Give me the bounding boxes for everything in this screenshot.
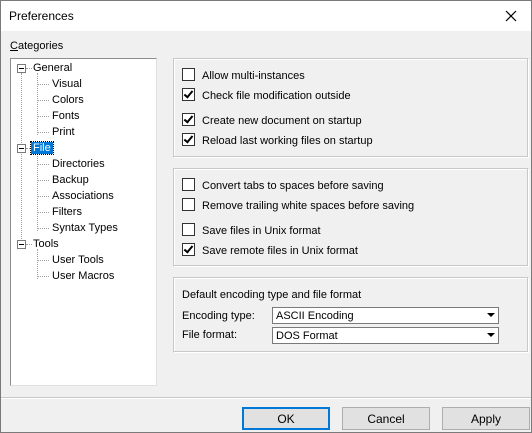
checkbox-box <box>182 223 195 236</box>
collapse-general-icon[interactable] <box>17 64 26 73</box>
tree-item-label: Associations <box>52 190 114 202</box>
checkbox-box <box>182 243 195 256</box>
tree-item-label: Fonts <box>52 110 80 122</box>
preferences-dialog: Preferences Categories General Visual Co… <box>0 0 532 433</box>
tree-connector <box>38 228 49 229</box>
checkbox-box <box>182 178 195 191</box>
dropdown-arrow-icon[interactable] <box>483 328 498 343</box>
tree-connector <box>37 73 38 135</box>
checkbox-label: Reload last working files on startup <box>202 135 373 147</box>
tree-connector <box>38 164 49 165</box>
checkbox-box <box>182 68 195 81</box>
tree-item-print[interactable]: Print <box>52 124 75 140</box>
encoding-type-value: ASCII Encoding <box>276 310 354 322</box>
allow-multi-instances-checkbox[interactable]: Allow multi-instances <box>182 68 305 82</box>
tree-item-label: File <box>30 141 54 155</box>
close-icon <box>505 10 517 22</box>
reload-last-files-checkbox[interactable]: Reload last working files on startup <box>182 133 373 147</box>
convert-tabs-checkbox[interactable]: Convert tabs to spaces before saving <box>182 178 384 192</box>
tree-item-user-macros[interactable]: User Macros <box>52 268 114 284</box>
checkbox-box <box>182 133 195 146</box>
tree-connector <box>37 249 38 279</box>
remove-trailing-spaces-checkbox[interactable]: Remove trailing white spaces before savi… <box>182 198 414 212</box>
cancel-button[interactable]: Cancel <box>342 407 430 430</box>
tree-connector <box>38 100 49 101</box>
apply-button[interactable]: Apply <box>442 407 530 430</box>
tree-connector <box>38 260 49 261</box>
tree-item-backup[interactable]: Backup <box>52 172 89 188</box>
tree-item-label: User Macros <box>52 270 115 282</box>
tree-item-label: Visual <box>52 78 82 90</box>
tree-item-label: Syntax Types <box>52 222 118 234</box>
encoding-type-label: Encoding type: <box>182 310 255 322</box>
checkbox-label: Save files in Unix format <box>202 225 321 237</box>
tree-item-label: Filters <box>52 206 82 218</box>
collapse-tools-icon[interactable] <box>17 240 26 249</box>
checkbox-box <box>182 88 195 101</box>
categories-tree[interactable]: General Visual Colors Fonts Print File D… <box>10 58 157 386</box>
create-new-document-checkbox[interactable]: Create new document on startup <box>182 113 362 127</box>
tree-item-label: Backup <box>52 174 89 186</box>
encoding-heading: Default encoding type and file format <box>182 289 362 301</box>
file-format-value: DOS Format <box>276 330 338 342</box>
checkbox-label: Save remote files in Unix format <box>202 245 358 257</box>
checkbox-label: Check file modification outside <box>202 90 351 102</box>
save-remote-unix-format-checkbox[interactable]: Save remote files in Unix format <box>182 243 358 257</box>
tree-item-directories[interactable]: Directories <box>52 156 105 172</box>
tree-connector <box>21 73 22 249</box>
tree-item-colors[interactable]: Colors <box>52 92 84 108</box>
checkbox-label: Remove trailing white spaces before savi… <box>202 200 415 212</box>
tree-item-label: User Tools <box>52 254 104 266</box>
tree-item-label: General <box>33 62 73 74</box>
checkbox-label: Convert tabs to spaces before saving <box>202 180 384 192</box>
tree-item-label: Colors <box>52 94 84 106</box>
tree-connector <box>26 68 32 69</box>
tree-item-file[interactable]: File <box>30 140 54 156</box>
tree-item-visual[interactable]: Visual <box>52 76 82 92</box>
file-format-select[interactable]: DOS Format <box>272 327 499 344</box>
file-format-label: File format: <box>182 329 238 341</box>
tree-item-associations[interactable]: Associations <box>52 188 114 204</box>
ok-button[interactable]: OK <box>242 407 330 430</box>
tree-connector <box>38 196 49 197</box>
tree-connector <box>38 84 49 85</box>
button-separator <box>1 397 531 399</box>
window-title: Preferences <box>9 9 74 23</box>
checkbox-box <box>182 113 195 126</box>
checkbox-label: Allow multi-instances <box>202 70 305 82</box>
checkbox-box <box>182 198 195 211</box>
tree-item-label: Print <box>52 126 75 138</box>
tree-connector <box>38 276 49 277</box>
dropdown-arrow-icon[interactable] <box>483 308 498 323</box>
encoding-type-select[interactable]: ASCII Encoding <box>272 307 499 324</box>
tree-item-syntax-types[interactable]: Syntax Types <box>52 220 118 236</box>
categories-label: Categories <box>10 40 64 52</box>
tree-item-general[interactable]: General <box>33 60 72 76</box>
tree-connector <box>38 180 49 181</box>
collapse-file-icon[interactable] <box>17 144 26 153</box>
title-bar: Preferences <box>1 1 531 31</box>
check-file-modification-checkbox[interactable]: Check file modification outside <box>182 88 351 102</box>
tree-item-label: Tools <box>33 238 59 250</box>
tree-connector <box>38 132 49 133</box>
close-button[interactable] <box>491 1 531 31</box>
tree-connector <box>38 212 49 213</box>
save-unix-format-checkbox[interactable]: Save files in Unix format <box>182 223 321 237</box>
tree-item-filters[interactable]: Filters <box>52 204 82 220</box>
tree-item-user-tools[interactable]: User Tools <box>52 252 104 268</box>
tree-connector <box>38 116 49 117</box>
tree-connector <box>26 244 32 245</box>
checkbox-label: Create new document on startup <box>202 115 362 127</box>
tree-item-tools[interactable]: Tools <box>33 236 59 252</box>
tree-item-fonts[interactable]: Fonts <box>52 108 80 124</box>
tree-item-label: Directories <box>52 158 105 170</box>
